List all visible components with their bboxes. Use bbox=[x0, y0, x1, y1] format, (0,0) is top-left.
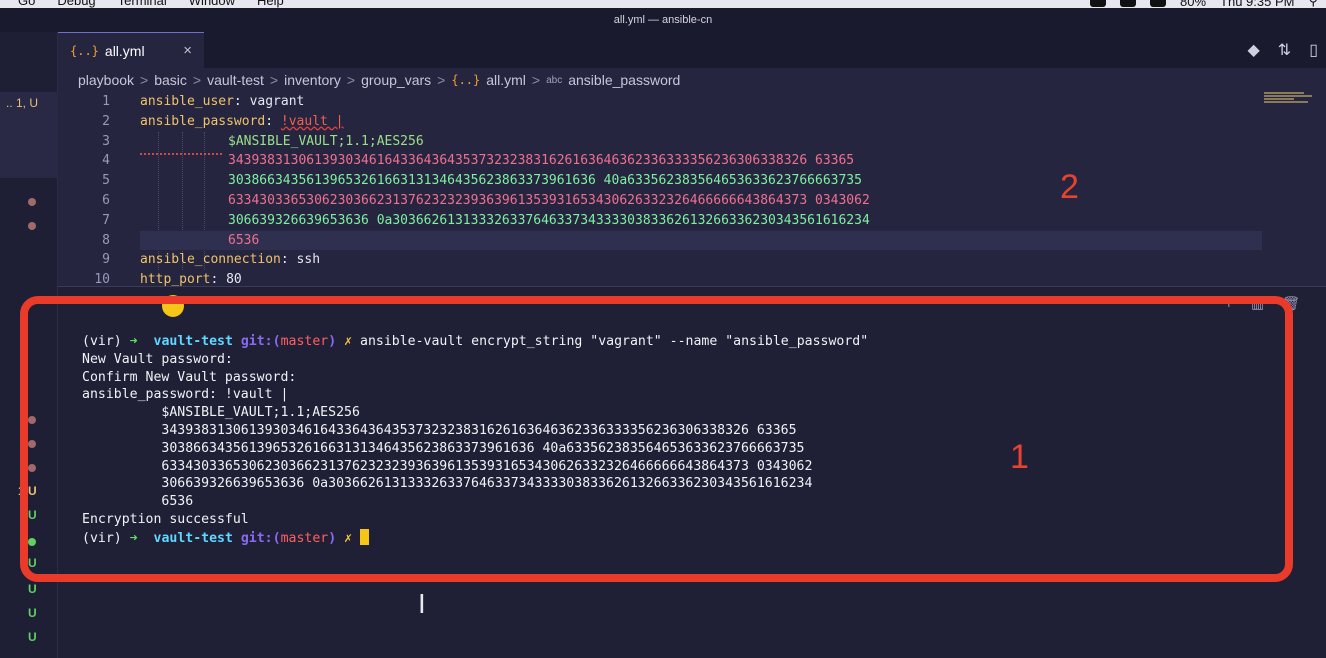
compare-changes-icon[interactable]: ⇅ bbox=[1278, 40, 1291, 60]
yaml-key: ansible_user bbox=[140, 94, 234, 109]
line-number: 6 bbox=[102, 193, 110, 208]
dropbox-icon[interactable] bbox=[1120, 0, 1136, 7]
macos-menubar: Go Debug Terminal Window Help 80% Thu 9:… bbox=[0, 0, 1326, 8]
menu-terminal[interactable]: Terminal bbox=[118, 0, 167, 8]
chevron-right-icon: > bbox=[437, 72, 446, 88]
code-line[interactable]: 5 30386634356139653261663131346435623863… bbox=[58, 171, 1326, 191]
code-line[interactable]: 6 63343033653062303662313762323239363961… bbox=[58, 191, 1326, 211]
code-line[interactable]: 1 ansible_user: vagrant bbox=[58, 92, 1326, 112]
git-marker: U bbox=[28, 630, 37, 644]
status-icon[interactable] bbox=[1090, 0, 1106, 7]
breadcrumb: playbook > basic > vault-test > inventor… bbox=[58, 68, 1326, 92]
chevron-right-icon: > bbox=[192, 72, 202, 88]
code-line[interactable]: 2 ansible_password: !vault | bbox=[58, 112, 1326, 132]
menu-debug[interactable]: Debug bbox=[57, 0, 95, 8]
clock[interactable]: Thu 9:35 PM bbox=[1220, 0, 1294, 8]
explorer-status: .. 1, U bbox=[6, 96, 39, 110]
close-icon[interactable]: × bbox=[183, 42, 192, 59]
string-symbol-icon: abc bbox=[546, 74, 563, 86]
breadcrumb-vault-test[interactable]: vault-test bbox=[207, 72, 264, 88]
chevron-right-icon: > bbox=[346, 72, 356, 88]
spotlight-icon[interactable]: ⚲ bbox=[1308, 0, 1318, 8]
chevron-right-icon: > bbox=[531, 72, 541, 88]
line-number: 10 bbox=[94, 272, 110, 286]
line-number: 8 bbox=[102, 232, 110, 248]
yaml-file-icon: {..} bbox=[451, 73, 481, 87]
breadcrumb-file[interactable]: all.yml bbox=[486, 72, 526, 88]
yaml-value: ssh bbox=[288, 252, 321, 268]
yaml-value: 80 bbox=[218, 272, 242, 286]
breadcrumb-basic[interactable]: basic bbox=[154, 72, 187, 88]
code-line[interactable]: 3 $ANSIBLE_VAULT;1.1;AES256 bbox=[58, 132, 1326, 152]
git-diff-icon[interactable]: ◆ bbox=[1247, 40, 1259, 60]
breadcrumb-inventory[interactable]: inventory bbox=[284, 72, 341, 88]
chevron-right-icon: > bbox=[140, 72, 149, 88]
line-number: 7 bbox=[102, 212, 110, 228]
git-marker: U bbox=[28, 606, 37, 620]
vault-cipher-line: 3038663435613965326166313134643562386337… bbox=[228, 173, 862, 189]
line-number: 9 bbox=[102, 252, 110, 268]
breadcrumb-group-vars[interactable]: group_vars bbox=[361, 72, 431, 88]
window-title-bar: all.yml — ansible-cn bbox=[0, 8, 1326, 32]
code-line-active[interactable]: 8 6536 bbox=[58, 230, 1326, 251]
git-marker: U bbox=[28, 582, 37, 596]
annotation-label-editor: 2 bbox=[1060, 168, 1079, 206]
line-number: 5 bbox=[102, 173, 110, 189]
line-number: 3 bbox=[102, 133, 110, 149]
current-line-highlight bbox=[140, 230, 1262, 251]
code-line[interactable]: 7 306639326639653636 0a30366261313332633… bbox=[58, 211, 1326, 231]
window-title: all.yml — ansible-cn bbox=[613, 14, 713, 26]
vault-header: $ANSIBLE_VAULT;1.1;AES256 bbox=[228, 133, 424, 149]
yaml-key: ansible_password bbox=[140, 113, 266, 129]
menu-help[interactable]: Help bbox=[257, 0, 284, 8]
code-line[interactable]: 4 34393831306139303461643364364353732323… bbox=[58, 151, 1326, 171]
vault-cipher-line: 6536 bbox=[228, 232, 260, 248]
code-line[interactable]: 10 http_port: 80 bbox=[58, 270, 1326, 286]
code-line[interactable]: 9 ansible_connection: ssh bbox=[58, 250, 1326, 270]
yaml-value: vagrant bbox=[241, 94, 305, 109]
split-editor-icon[interactable]: ▯ bbox=[1309, 40, 1318, 60]
vault-cipher-line: 3439383130613930346164336436435373232383… bbox=[228, 153, 855, 169]
editor-tab-bar: {..} all.yml × ◆ ⇅ ▯ bbox=[58, 32, 1326, 68]
vault-cipher-line: 306639326639653636 0a3036626131333263376… bbox=[228, 212, 870, 228]
annotation-highlight-box bbox=[20, 296, 1293, 582]
breadcrumb-playbook[interactable]: playbook bbox=[78, 72, 134, 88]
chevron-right-icon: > bbox=[269, 72, 279, 88]
yaml-file-icon: {..} bbox=[70, 43, 99, 58]
modified-dot bbox=[28, 198, 36, 206]
yaml-key: ansible_connection bbox=[140, 252, 281, 268]
yaml-key: http_port bbox=[140, 272, 211, 286]
menu-window[interactable]: Window bbox=[189, 0, 235, 8]
vault-cipher-line: 6334303365306230366231376232323936396135… bbox=[228, 193, 870, 208]
wifi-icon[interactable] bbox=[1150, 0, 1166, 7]
annotation-label-terminal: 1 bbox=[1010, 438, 1029, 476]
menu-go[interactable]: Go bbox=[18, 0, 35, 8]
tab-label: all.yml bbox=[104, 42, 145, 59]
modified-dot bbox=[28, 222, 36, 230]
text-cursor-icon: I bbox=[418, 590, 426, 620]
line-number: 1 bbox=[102, 94, 110, 109]
battery-percent[interactable]: 80% bbox=[1180, 0, 1206, 8]
yaml-vault-tag: !vault | bbox=[280, 113, 344, 129]
app-window: Go Debug Terminal Window Help 80% Thu 9:… bbox=[0, 0, 1326, 658]
line-number: 2 bbox=[102, 113, 110, 129]
breadcrumb-symbol[interactable]: ansible_password bbox=[568, 72, 680, 88]
line-number: 4 bbox=[102, 153, 110, 169]
code-editor[interactable]: 1 ansible_user: vagrant 2 ansible_passwo… bbox=[58, 92, 1326, 286]
tab-all-yml[interactable]: {..} all.yml × bbox=[58, 32, 204, 68]
